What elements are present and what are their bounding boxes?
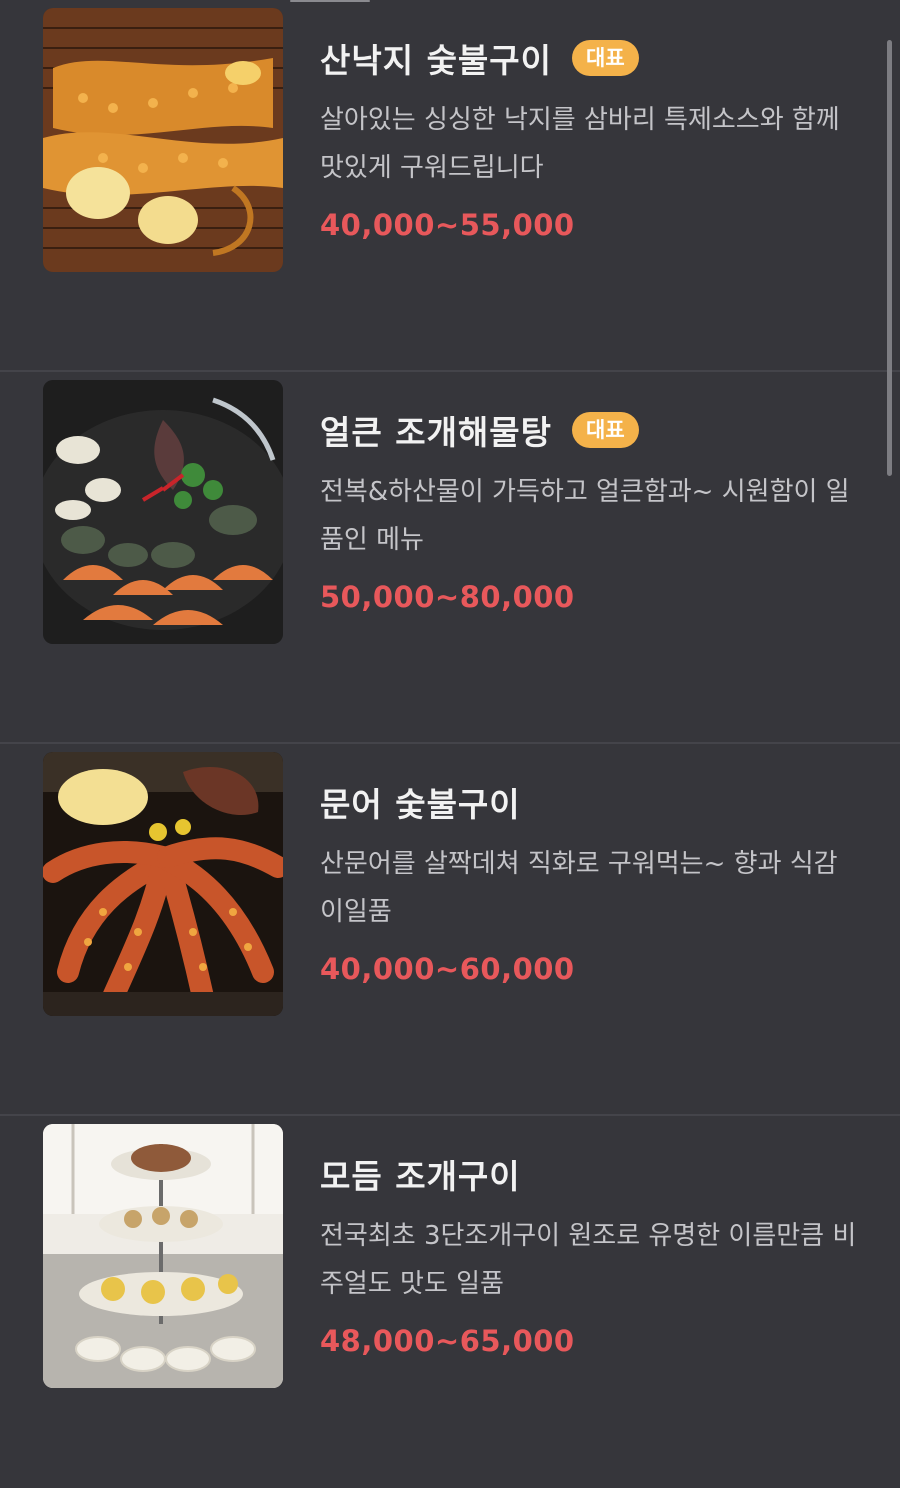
menu-item[interactable]: 산낙지 숯불구이 대표 살아있는 싱싱한 낙지를 삼바리 특제소스와 함께 맛있… — [0, 0, 900, 372]
menu-item-info: 모듬 조개구이 전국최초 3단조개구이 원조로 유명한 이름만큼 비주얼도 맛도… — [320, 1150, 865, 1358]
menu-item-photo[interactable] — [43, 380, 283, 644]
menu-item-title[interactable]: 문어 숯불구이 — [320, 778, 521, 826]
menu-item-description: 산문어를 살짝데쳐 직화로 구워먹는~ 향과 식감이일품 — [320, 849, 838, 927]
menu-item-photo[interactable] — [43, 8, 283, 272]
title-row: 문어 숯불구이 — [320, 778, 865, 826]
menu-item-photo[interactable] — [43, 752, 283, 1016]
title-row: 얼큰 조개해물탕 대표 — [320, 406, 865, 454]
menu-item[interactable]: 문어 숯불구이 산문어를 살짝데쳐 직화로 구워먹는~ 향과 식감이일품 40,… — [0, 744, 900, 1116]
menu-item-price: 50,000~80,000 — [320, 580, 575, 614]
menu-item-description: 전복&하산물이 가득하고 얼큰함과~ 시원함이 일품인 메뉴 — [320, 477, 850, 555]
menu-item-info: 얼큰 조개해물탕 대표 전복&하산물이 가득하고 얼큰함과~ 시원함이 일품인 … — [320, 406, 865, 614]
menu-item-title[interactable]: 산낙지 숯불구이 — [320, 34, 552, 82]
signature-badge: 대표 — [572, 40, 639, 76]
menu-item-title[interactable]: 얼큰 조개해물탕 — [320, 406, 552, 454]
menu-item-info: 문어 숯불구이 산문어를 살짝데쳐 직화로 구워먹는~ 향과 식감이일품 40,… — [320, 778, 865, 986]
menu-item-title[interactable]: 모듬 조개구이 — [320, 1150, 521, 1198]
signature-badge: 대표 — [572, 412, 639, 448]
menu-item-photo[interactable] — [43, 1124, 283, 1388]
menu-list: 산낙지 숯불구이 대표 살아있는 싱싱한 낙지를 삼바리 특제소스와 함께 맛있… — [0, 0, 900, 1488]
menu-item-description: 전국최초 3단조개구이 원조로 유명한 이름만큼 비주얼도 맛도 일품 — [320, 1221, 857, 1299]
title-row: 산낙지 숯불구이 대표 — [320, 34, 865, 82]
menu-item-description: 살아있는 싱싱한 낙지를 삼바리 특제소스와 함께 맛있게 구워드립니다 — [320, 105, 840, 183]
menu-item-info: 산낙지 숯불구이 대표 살아있는 싱싱한 낙지를 삼바리 특제소스와 함께 맛있… — [320, 34, 865, 242]
scrollbar[interactable] — [887, 40, 892, 476]
menu-item-price: 48,000~65,000 — [320, 1324, 575, 1358]
menu-item[interactable]: 모듬 조개구이 전국최초 3단조개구이 원조로 유명한 이름만큼 비주얼도 맛도… — [0, 1116, 900, 1488]
menu-item[interactable]: 얼큰 조개해물탕 대표 전복&하산물이 가득하고 얼큰함과~ 시원함이 일품인 … — [0, 372, 900, 744]
menu-item-price: 40,000~60,000 — [320, 952, 575, 986]
title-row: 모듬 조개구이 — [320, 1150, 865, 1198]
menu-item-price: 40,000~55,000 — [320, 208, 575, 242]
